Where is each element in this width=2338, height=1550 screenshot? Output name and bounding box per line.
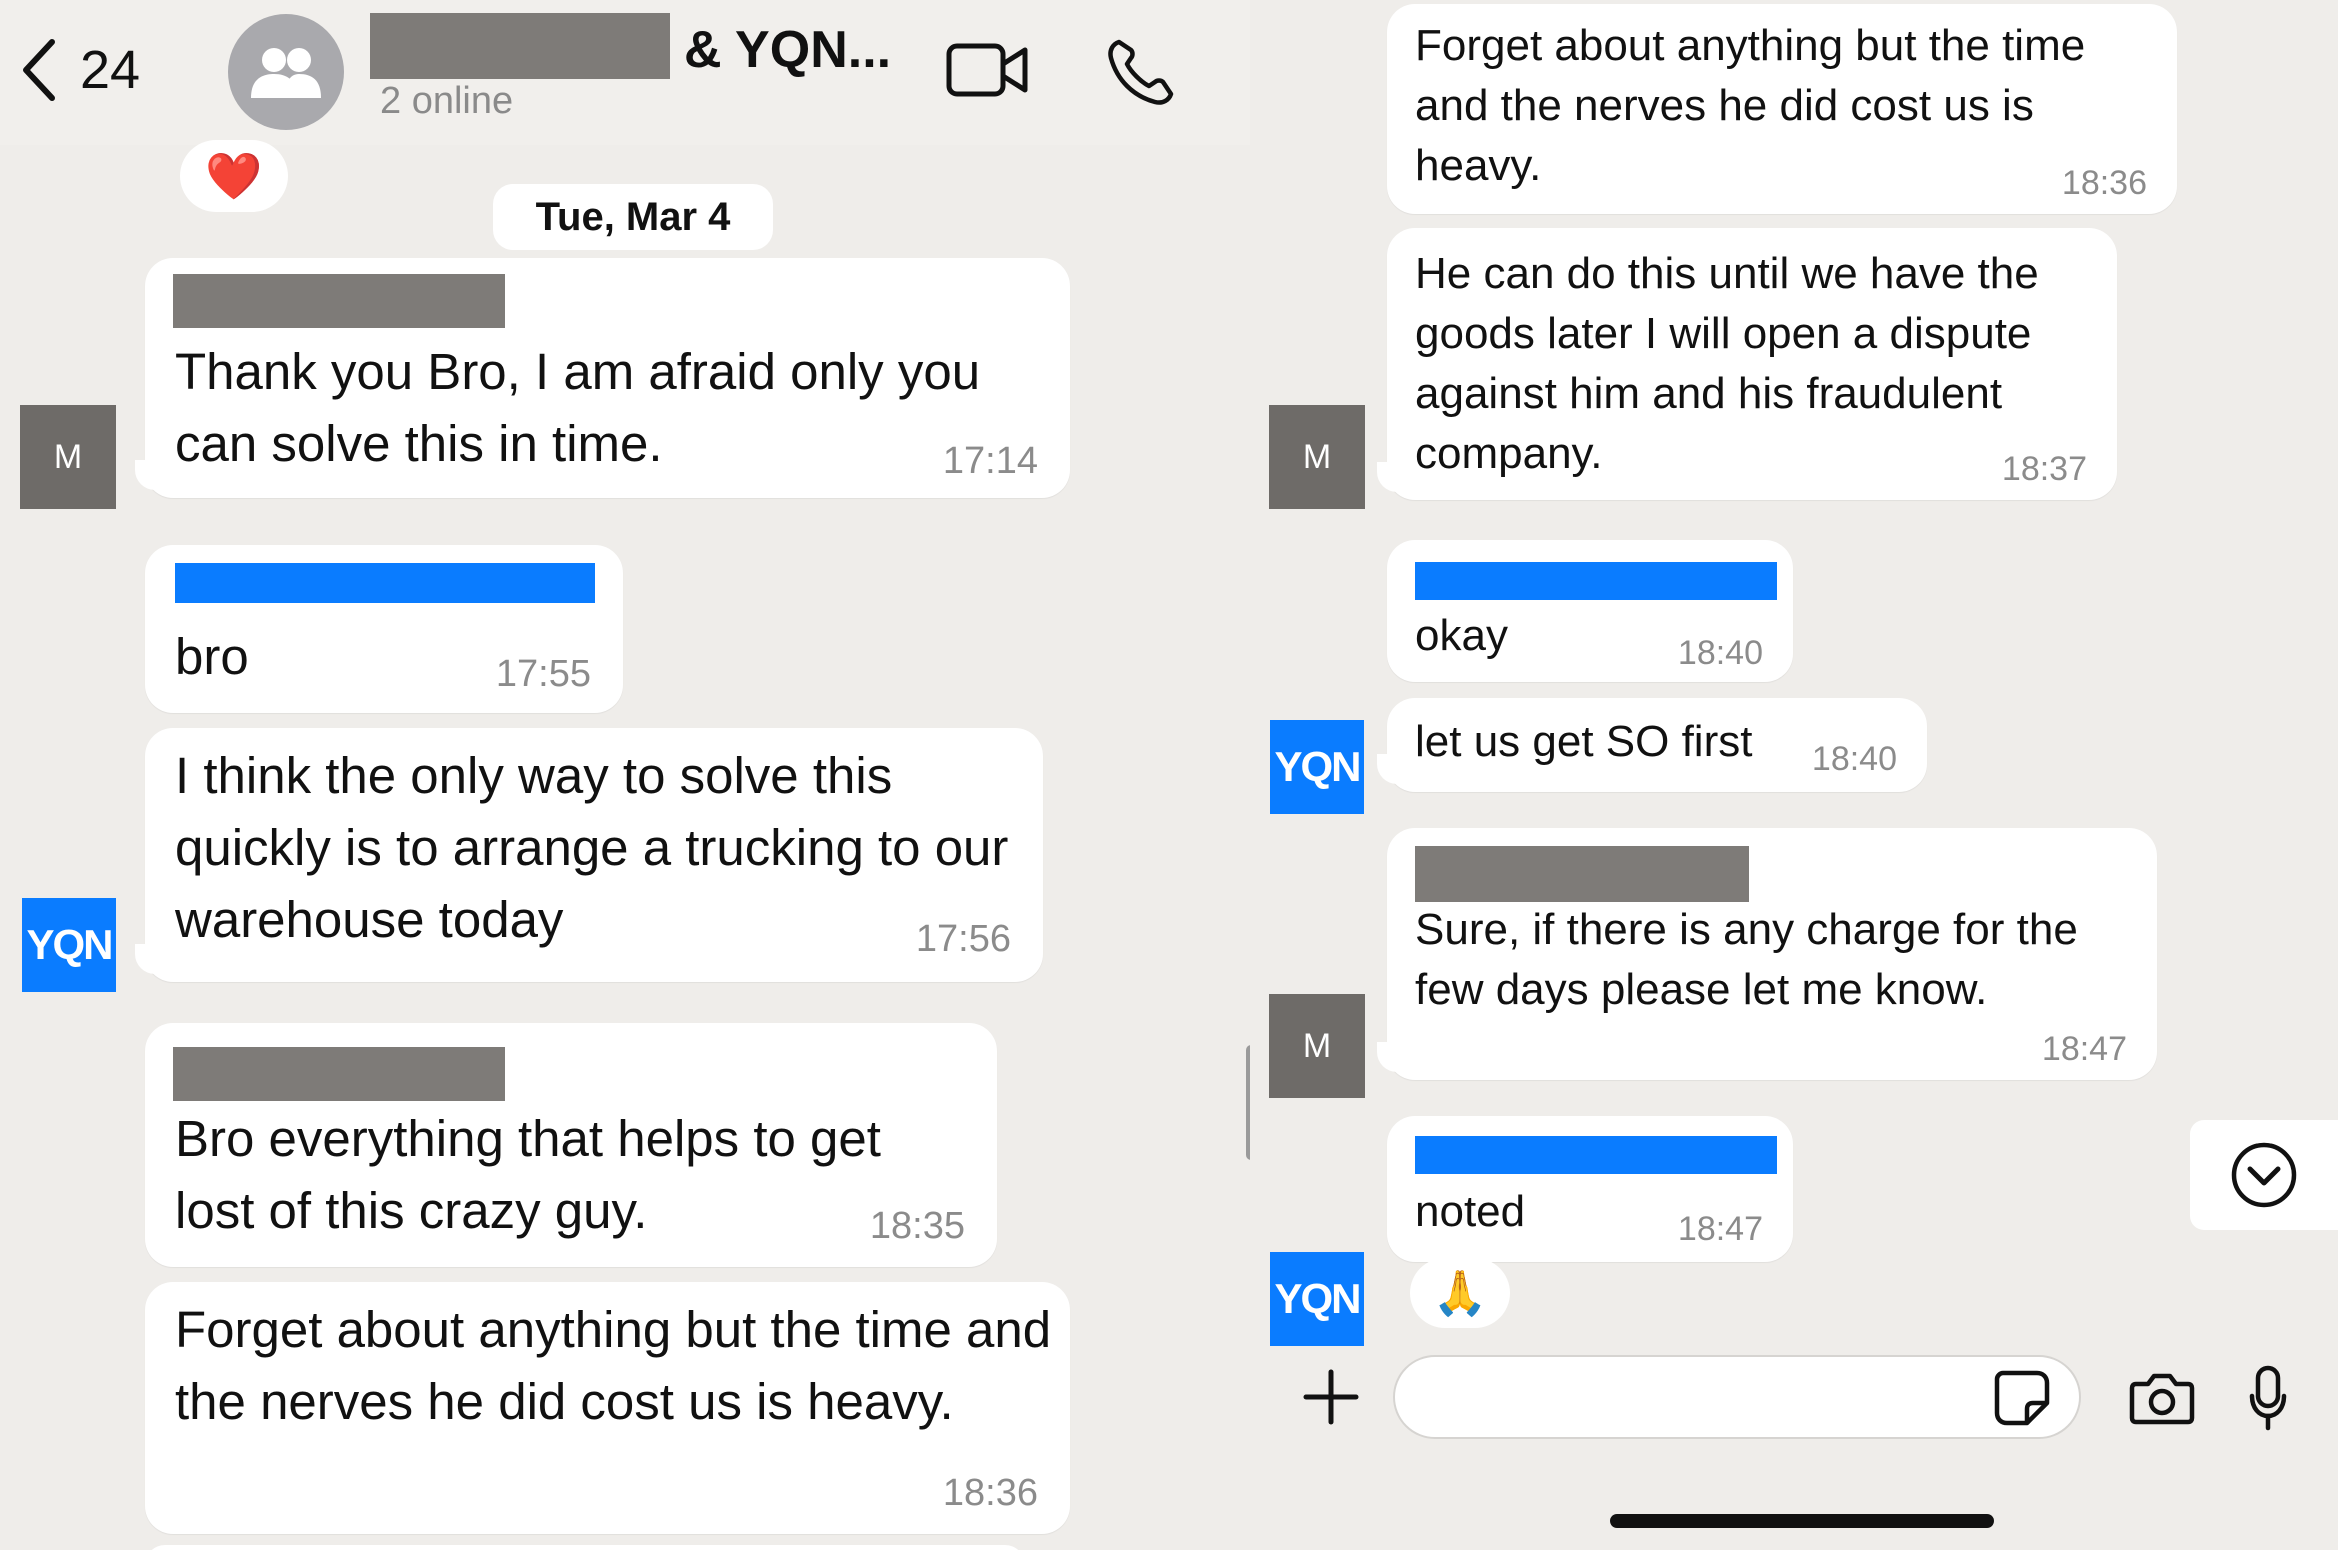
redacted-sender-name <box>1415 846 1749 902</box>
message-time: 18:40 <box>1677 634 1763 672</box>
bubble-tail <box>1377 462 1407 492</box>
message-time: 17:56 <box>915 918 1011 960</box>
right-chat-panel: Forget about anything but the time and t… <box>1250 0 2338 1550</box>
message-time: 17:14 <box>942 440 1038 482</box>
message-text: Forget about anything but the time and t… <box>175 1301 1052 1430</box>
avatar-m[interactable]: M <box>20 405 116 509</box>
message-text: noted <box>1415 1187 1526 1236</box>
avatar-yqn[interactable]: YQN <box>1270 1252 1364 1346</box>
message-time: 18:36 <box>942 1472 1038 1514</box>
message-bubble[interactable]: Sure, if there is any charge for the few… <box>1377 828 2157 1080</box>
online-status: 2 online <box>380 80 514 122</box>
avatar-yqn[interactable]: YQN <box>1270 720 1364 814</box>
message-time: 18:35 <box>869 1205 965 1247</box>
camera-icon[interactable] <box>2128 1370 2196 1426</box>
plus-icon[interactable] <box>1302 1368 1360 1426</box>
redacted-sender-name <box>173 1047 505 1101</box>
phone-icon[interactable] <box>1105 36 1177 108</box>
message-bubble[interactable]: noted 18:47 <box>1387 1116 1793 1262</box>
home-indicator <box>1610 1514 1994 1528</box>
redacted-sender-name <box>173 274 505 328</box>
message-bubble[interactable]: okay 18:40 <box>1387 540 1793 682</box>
message-text: let us get SO first <box>1415 717 1753 766</box>
message-bubble[interactable]: bro 17:55 <box>145 545 623 713</box>
heart-reaction[interactable]: ❤️ <box>180 140 288 212</box>
avatar-m[interactable]: M <box>1269 994 1365 1098</box>
group-people-icon <box>251 48 321 98</box>
message-text: Bro everything that helps to get lost of… <box>175 1110 881 1239</box>
date-separator: Tue, Mar 4 <box>493 184 773 250</box>
message-text: okay <box>1415 611 1508 660</box>
video-camera-icon[interactable] <box>945 40 1029 100</box>
chevron-down-circle-icon <box>2231 1142 2297 1208</box>
message-text: bro <box>175 628 249 685</box>
pray-reaction[interactable]: 🙏 <box>1410 1258 1510 1328</box>
message-time: 18:36 <box>2061 164 2147 202</box>
back-button[interactable]: 24 <box>20 38 140 102</box>
redacted-sender-name <box>175 563 595 603</box>
message-text: Sure, if there is any charge for the few… <box>1415 905 2078 1014</box>
message-bubble[interactable]: Thank you Bro, I am afraid only you can … <box>135 258 1070 498</box>
message-bubble[interactable]: Forget about anything but the time and t… <box>1387 4 2177 214</box>
unread-count: 24 <box>80 40 141 100</box>
bubble-tail <box>1377 754 1407 784</box>
avatar-yqn[interactable]: YQN <box>22 898 116 992</box>
message-input[interactable] <box>1393 1355 2081 1439</box>
message-bubble[interactable]: I think the only way to solve this quick… <box>135 728 1043 982</box>
message-text: Forget about anything but the time and t… <box>1415 21 2086 190</box>
group-avatar[interactable] <box>228 14 344 130</box>
message-time: 18:47 <box>2041 1030 2127 1068</box>
heart-emoji: ❤️ <box>205 149 263 202</box>
chevron-left-icon <box>23 39 55 101</box>
left-chat-panel: 24 & YQN... 2 online ❤️ Tue, Mar 4 M Tha… <box>0 0 1250 1550</box>
message-text: I think the only way to solve this quick… <box>175 747 1009 948</box>
scroll-to-bottom-button[interactable] <box>2190 1120 2338 1230</box>
redacted-sender-name <box>1415 1136 1777 1174</box>
microphone-icon[interactable] <box>2248 1364 2288 1434</box>
bubble-tail <box>1377 1042 1407 1072</box>
message-bubble[interactable]: Forget about anything but the time and t… <box>145 1282 1070 1534</box>
avatar-m[interactable]: M <box>1269 405 1365 509</box>
sticker-icon[interactable] <box>1993 1369 2051 1427</box>
bubble-tail <box>135 944 165 974</box>
message-time: 18:47 <box>1677 1210 1763 1248</box>
bubble-tail <box>135 460 165 490</box>
redacted-sender-name <box>1415 562 1777 600</box>
chat-title[interactable]: & YQN... <box>684 20 891 80</box>
message-bubble[interactable]: He can do this until we have the goods l… <box>1377 228 2117 500</box>
message-text: He can do this until we have the goods l… <box>1415 249 2039 478</box>
pray-emoji: 🙏 <box>1432 1269 1488 1318</box>
redacted-chat-name <box>370 13 670 79</box>
message-bubble-partial[interactable] <box>145 1545 1025 1550</box>
message-time: 18:40 <box>1811 740 1897 778</box>
message-text: Thank you Bro, I am afraid only you can … <box>175 343 981 472</box>
message-bubble[interactable]: Bro everything that helps to get lost of… <box>145 1023 997 1267</box>
message-time: 17:55 <box>495 653 591 695</box>
message-time: 18:37 <box>2001 450 2087 488</box>
message-bubble[interactable]: let us get SO first 18:40 <box>1377 698 1927 792</box>
